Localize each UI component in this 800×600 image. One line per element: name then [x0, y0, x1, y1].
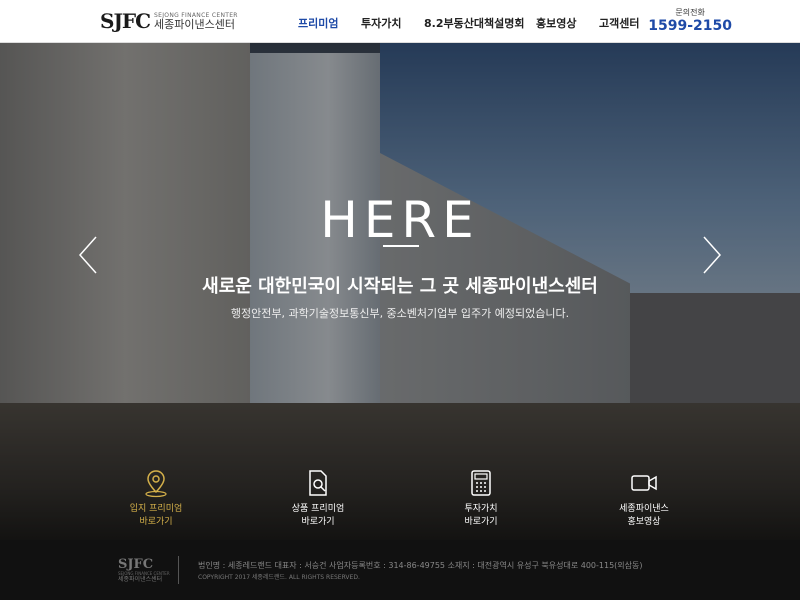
nav-item-investment[interactable]: 투자가치 — [361, 15, 424, 31]
site-footer: SJFC SEJONG FINANCE CENTER 세종파이낸스센터 법인명 … — [0, 540, 800, 600]
quick-link-location[interactable]: 입지 프리미엄 바로가기 — [96, 468, 216, 529]
contact-box: 문의전화 1599-2150 — [648, 8, 732, 35]
logo-mark: SJFC — [100, 9, 151, 33]
next-slide-arrow-icon[interactable] — [696, 235, 726, 275]
quick-link-investment[interactable]: 투자가치 바로가기 — [421, 468, 541, 529]
video-camera-icon — [631, 475, 657, 491]
quick-link-label: 투자가치 — [464, 504, 498, 514]
quick-link-product[interactable]: 상품 프리미엄 바로가기 — [258, 468, 378, 529]
quick-link-label: 홍보영상 — [627, 517, 661, 527]
main-nav: 프리미엄 투자가치 8.2부동산대책설명회 홍보영상 고객센터 — [298, 15, 659, 31]
hero-slider: HERE 새로운 대한민국이 시작되는 그 곳 세종파이낸스센터 행정안전부, … — [0, 43, 800, 540]
logo-text: SEJONG FINANCE CENTER 세종파이낸스센터 — [154, 12, 238, 31]
nav-item-promo-video[interactable]: 홍보영상 — [536, 15, 599, 31]
contact-label: 문의전화 — [675, 8, 705, 17]
logo-ko: 세종파이낸스센터 — [154, 17, 235, 31]
hero-divider — [383, 245, 419, 247]
hero-subtitle: 새로운 대한민국이 시작되는 그 곳 세종파이낸스센터 — [202, 276, 598, 297]
footer-logo-mark: SJFC — [118, 557, 154, 572]
map-pin-icon — [145, 470, 167, 498]
logo[interactable]: SJFC SEJONG FINANCE CENTER 세종파이낸스센터 — [100, 11, 238, 31]
footer-company-info: 법인명 : 세종레드랜드 대표자 : 서승건 사업자등록번호 : 314-86-… — [198, 561, 643, 570]
document-search-icon — [309, 470, 327, 496]
footer-logo: SJFC SEJONG FINANCE CENTER 세종파이낸스센터 — [118, 558, 170, 583]
footer-copyright: COPYRIGHT 2017 세종레드랜드. ALL RIGHTS RESERV… — [198, 574, 360, 581]
quick-link-label: 상품 프리미엄 — [291, 504, 345, 514]
hero-title: HERE — [320, 191, 480, 249]
footer-divider — [178, 556, 179, 584]
quick-link-label: 바로가기 — [139, 517, 173, 527]
quick-link-label: 바로가기 — [301, 517, 335, 527]
contact-number[interactable]: 1599-2150 — [648, 17, 732, 35]
quick-link-label: 세종파이낸스 — [619, 504, 669, 514]
quick-link-label: 입지 프리미엄 — [129, 504, 183, 514]
quick-link-label: 바로가기 — [464, 517, 498, 527]
hero-description: 행정안전부, 과학기술정보통신부, 중소벤처기업부 입주가 예정되었습니다. — [230, 307, 570, 320]
quick-link-video[interactable]: 세종파이낸스 홍보영상 — [584, 468, 704, 529]
nav-item-seminar[interactable]: 8.2부동산대책설명회 — [424, 15, 536, 31]
site-header: SJFC SEJONG FINANCE CENTER 세종파이낸스센터 프리미엄… — [0, 0, 800, 43]
prev-slide-arrow-icon[interactable] — [74, 235, 104, 275]
calculator-icon — [471, 470, 491, 496]
footer-logo-ko: 세종파이낸스센터 — [118, 576, 163, 583]
nav-item-premium[interactable]: 프리미엄 — [298, 15, 361, 31]
